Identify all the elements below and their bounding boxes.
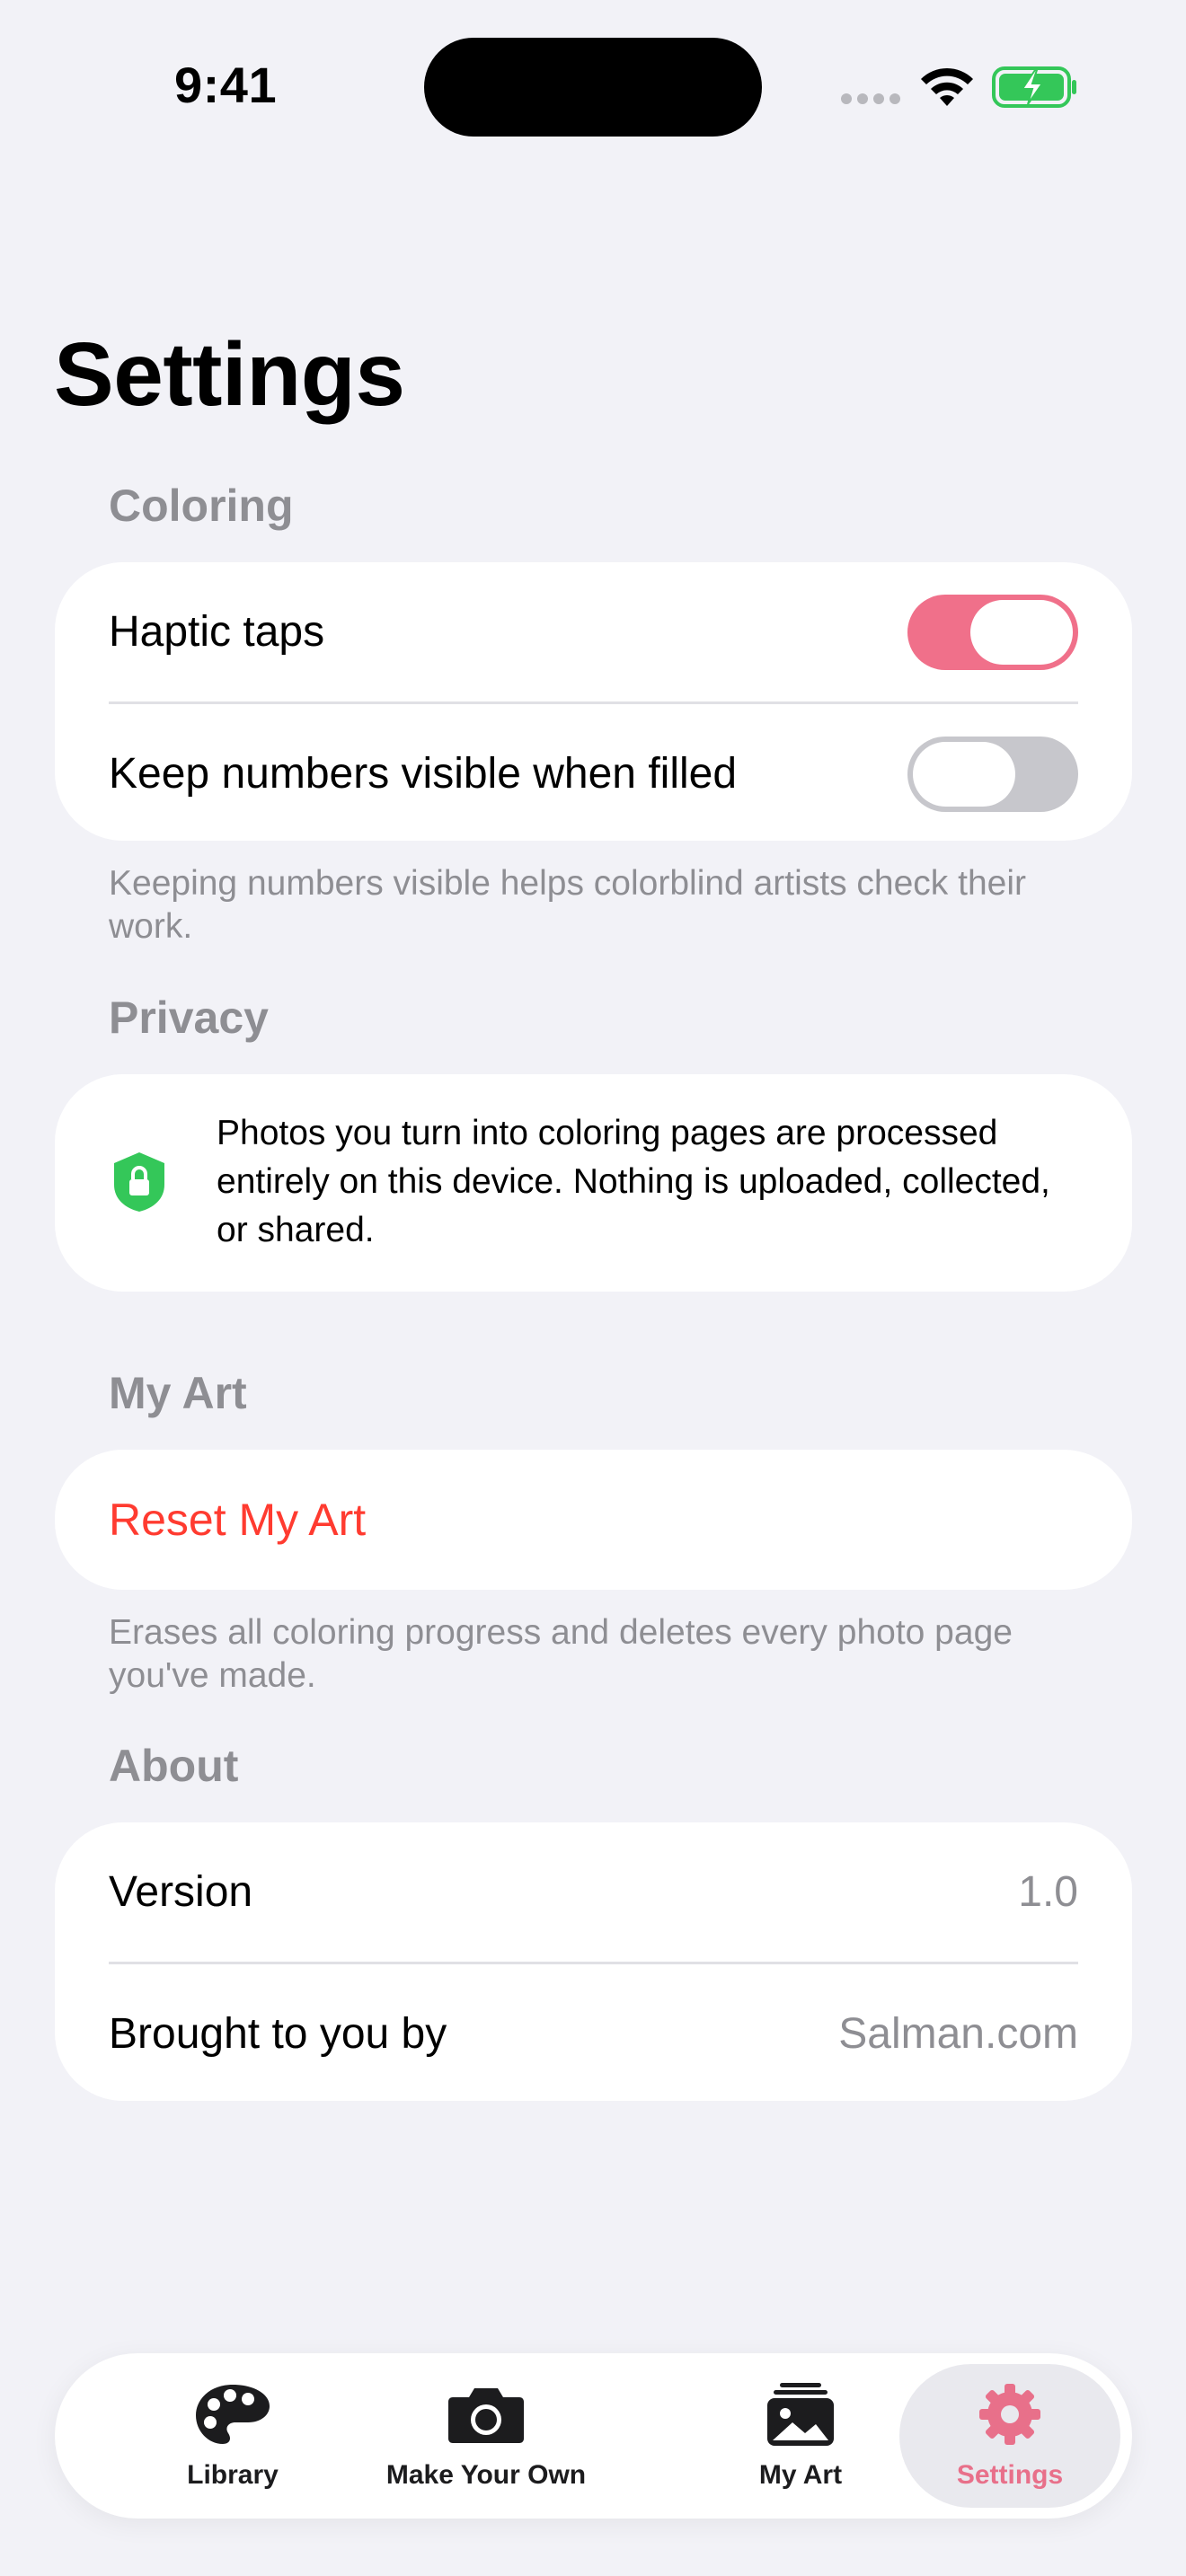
wifi-icon (921, 67, 973, 106)
version-value: 1.0 (1018, 1868, 1078, 1916)
coloring-card: Haptic taps Keep numbers visible when fi… (55, 562, 1132, 841)
haptic-taps-row: Haptic taps (55, 562, 1132, 701)
version-row: Version 1.0 (55, 1822, 1132, 1962)
cellular-signal-icon (841, 93, 900, 104)
tab-my-art[interactable]: My Art (693, 2353, 908, 2519)
section-header-coloring: Coloring (109, 481, 294, 531)
brought-by-row[interactable]: Brought to you by Salman.com (55, 1964, 1132, 2101)
battery-charging-icon (992, 66, 1076, 108)
keep-numbers-row: Keep numbers visible when filled (55, 704, 1132, 841)
section-header-my-art: My Art (109, 1368, 247, 1418)
photo-stack-icon (767, 2383, 834, 2446)
tab-settings[interactable]: Settings (899, 2364, 1120, 2508)
keep-numbers-toggle[interactable] (907, 736, 1078, 812)
haptic-taps-toggle[interactable] (907, 594, 1078, 670)
tab-library[interactable]: Library (116, 2353, 350, 2519)
tab-label: Library (187, 2460, 279, 2490)
version-label: Version (109, 1868, 253, 1916)
haptic-taps-label: Haptic taps (109, 608, 325, 656)
my-art-card: Reset My Art (55, 1450, 1132, 1590)
tab-label: My Art (758, 2460, 843, 2490)
about-card: Version 1.0 Brought to you by Salman.com (55, 1822, 1132, 2101)
tab-make-your-own[interactable]: Make Your Own (351, 2353, 621, 2519)
page-title: Settings (54, 324, 405, 425)
brought-by-value[interactable]: Salman.com (838, 2009, 1078, 2059)
gear-icon (979, 2384, 1040, 2445)
tab-label: Make Your Own (385, 2460, 587, 2490)
shield-lock-icon (114, 1152, 164, 1212)
reset-my-art-label: Reset My Art (109, 1495, 367, 1545)
reset-my-art-button[interactable]: Reset My Art (55, 1450, 1132, 1590)
section-header-about: About (109, 1741, 239, 1791)
dynamic-island (424, 38, 762, 137)
camera-icon (448, 2388, 524, 2443)
brought-by-label: Brought to you by (109, 2010, 447, 2058)
keep-numbers-label: Keep numbers visible when filled (109, 750, 738, 798)
coloring-footer: Keeping numbers visible helps colorblind… (109, 864, 1027, 946)
my-art-footer: Erases all coloring progress and deletes… (109, 1613, 1013, 1695)
privacy-card: Photos you turn into coloring pages are … (55, 1074, 1132, 1292)
palette-icon (196, 2385, 270, 2444)
privacy-text: Photos you turn into coloring pages are … (217, 1114, 1050, 1249)
status-time: 9:41 (174, 57, 278, 113)
tab-bar: Library Make Your Own My Art Settings (55, 2353, 1132, 2519)
section-header-privacy: Privacy (109, 992, 269, 1043)
tab-label: Settings (956, 2460, 1064, 2490)
